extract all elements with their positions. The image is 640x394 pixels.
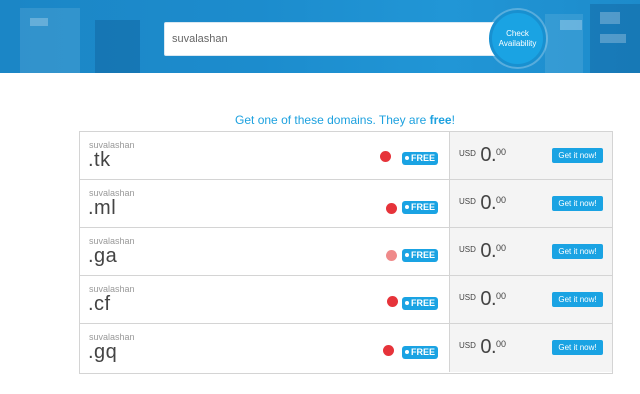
banner-building	[95, 20, 140, 73]
price-currency: USD	[459, 149, 476, 158]
domain-search-input[interactable]	[165, 23, 465, 55]
free-badge: FREE	[402, 346, 438, 359]
domain-price-cell: USD 0.00 Get it now!	[449, 324, 612, 372]
domain-results-table: suvalashan .tk FREE USD 0.00 Get it now!…	[79, 131, 613, 374]
domain-row-cf: suvalashan .cf FREE USD 0.00 Get it now!	[80, 276, 612, 324]
check-availability-label: Check Availability	[498, 28, 537, 48]
get-it-now-button[interactable]: Get it now!	[552, 148, 603, 163]
price-whole: 0.	[480, 144, 497, 166]
domain-price: USD 0.00	[459, 288, 506, 311]
domain-price-cell: USD 0.00 Get it now!	[449, 132, 612, 179]
domain-tld: .tk	[88, 149, 111, 171]
headline-suffix: !	[451, 113, 455, 127]
price-cents: 00	[496, 291, 507, 301]
free-badge-label: FREE	[410, 298, 435, 308]
domain-info-cell: suvalashan .ml FREE	[80, 180, 449, 227]
banner-window	[30, 18, 48, 26]
banner-window	[600, 34, 626, 43]
get-it-now-button[interactable]: Get it now!	[552, 244, 603, 259]
domain-tld: .ga	[88, 245, 118, 267]
badge-bullet-icon	[405, 253, 409, 257]
free-badge-label: FREE	[410, 202, 435, 212]
get-it-now-button[interactable]: Get it now!	[552, 340, 603, 355]
domain-price-cell: USD 0.00 Get it now!	[449, 276, 612, 323]
status-dot-icon	[387, 296, 398, 307]
price-whole: 0.	[480, 192, 497, 214]
free-badge: FREE	[402, 152, 438, 165]
banner-window	[600, 12, 620, 24]
badge-bullet-icon	[405, 156, 409, 160]
price-currency: USD	[459, 197, 476, 206]
domain-tld: .gq	[88, 341, 118, 363]
price-currency: USD	[459, 293, 476, 302]
status-dot-icon	[383, 345, 394, 356]
status-dot-icon	[386, 203, 397, 214]
domain-info-cell: suvalashan .cf FREE	[80, 276, 449, 323]
get-it-now-button[interactable]: Get it now!	[552, 196, 603, 211]
price-cents: 00	[496, 243, 507, 253]
check-availability-button[interactable]: Check Availability	[489, 10, 546, 67]
free-badge-label: FREE	[410, 347, 435, 357]
domain-price: USD 0.00	[459, 336, 506, 359]
domain-price-cell: USD 0.00 Get it now!	[449, 180, 612, 227]
free-badge: FREE	[402, 297, 438, 310]
domain-row-ml: suvalashan .ml FREE USD 0.00 Get it now!	[80, 180, 612, 228]
price-whole: 0.	[480, 336, 497, 358]
domain-info-cell: suvalashan .ga FREE	[80, 228, 449, 275]
headline-emphasis: free	[429, 113, 452, 127]
free-badge: FREE	[402, 249, 438, 262]
price-whole: 0.	[480, 288, 497, 310]
domain-price: USD 0.00	[459, 240, 506, 263]
badge-bullet-icon	[405, 350, 409, 354]
free-domains-headline: Get one of these domains. They are free!	[0, 113, 640, 127]
banner-building	[20, 8, 80, 73]
badge-bullet-icon	[405, 205, 409, 209]
price-currency: USD	[459, 341, 476, 350]
price-cents: 00	[496, 339, 507, 349]
domain-row-ga: suvalashan .ga FREE USD 0.00 Get it now!	[80, 228, 612, 276]
domain-row-tk: suvalashan .tk FREE USD 0.00 Get it now!	[80, 132, 612, 180]
price-currency: USD	[459, 245, 476, 254]
free-badge: FREE	[402, 201, 438, 214]
domain-info-cell: suvalashan .tk FREE	[80, 132, 449, 179]
banner-window	[560, 20, 582, 30]
badge-bullet-icon	[405, 301, 409, 305]
get-it-now-button[interactable]: Get it now!	[552, 292, 603, 307]
domain-tld: .ml	[88, 197, 117, 219]
domain-price: USD 0.00	[459, 192, 506, 215]
domain-search-box	[164, 22, 496, 56]
price-cents: 00	[496, 195, 507, 205]
free-badge-label: FREE	[410, 250, 435, 260]
domain-tld: .cf	[88, 293, 111, 315]
domain-row-gq: suvalashan .gq FREE USD 0.00 Get it now!	[80, 324, 612, 372]
free-badge-label: FREE	[410, 153, 435, 163]
domain-price: USD 0.00	[459, 144, 506, 167]
price-whole: 0.	[480, 240, 497, 262]
domain-price-cell: USD 0.00 Get it now!	[449, 228, 612, 275]
domain-info-cell: suvalashan .gq FREE	[80, 324, 449, 372]
status-dot-icon	[386, 250, 397, 261]
headline-text: Get one of these domains. They are	[235, 113, 430, 127]
hero-banner: Check Availability	[0, 0, 640, 73]
status-dot-icon	[380, 151, 391, 162]
price-cents: 00	[496, 147, 507, 157]
